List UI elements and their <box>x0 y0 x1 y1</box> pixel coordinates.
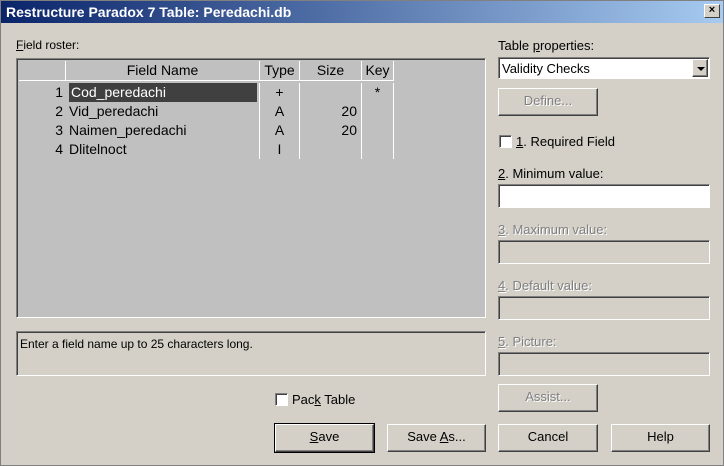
table-row[interactable]: 2 Vid_peredachi A 20 <box>19 102 394 121</box>
maximum-value-input[interactable] <box>498 240 710 264</box>
assist-button[interactable]: Assist... <box>498 384 598 412</box>
minimum-value-field[interactable] <box>499 185 709 207</box>
table-properties-select[interactable]: Validity Checks <box>498 57 710 79</box>
table-row[interactable]: 1 Cod_peredachi + * <box>19 83 394 102</box>
table-row[interactable]: 4 Dlitelnoct I <box>19 140 394 159</box>
picture-label: 5. Picture: <box>498 334 557 349</box>
row-number: 3 <box>55 122 63 138</box>
cancel-button[interactable]: Cancel <box>498 424 598 452</box>
key-cell[interactable] <box>362 121 394 140</box>
hint-box: Enter a field name up to 25 characters l… <box>16 331 486 376</box>
key-cell[interactable] <box>362 102 394 121</box>
maximum-value-label: 3. Maximum value: <box>498 222 608 237</box>
field-roster-label: Field roster: <box>16 38 80 52</box>
default-value-label: 4. Default value: <box>498 278 592 293</box>
required-field-label[interactable]: 1. Required Field <box>516 134 615 149</box>
row-number: 1 <box>55 84 63 100</box>
hint-text: Enter a field name up to 25 characters l… <box>20 337 253 351</box>
table-row[interactable]: 3 Naimen_peredachi A 20 <box>19 121 394 140</box>
size-cell[interactable] <box>300 83 362 102</box>
pack-table-checkbox[interactable] <box>275 393 288 406</box>
table-properties-value: Validity Checks <box>502 61 590 76</box>
define-button[interactable]: Define... <box>498 88 598 116</box>
required-field-checkbox[interactable] <box>499 135 512 148</box>
type-cell[interactable]: + <box>260 83 300 102</box>
key-cell[interactable]: * <box>362 83 394 102</box>
header-size[interactable]: Size <box>300 61 362 81</box>
size-cell[interactable]: 20 <box>300 102 362 121</box>
field-name-cell[interactable]: Vid_peredachi <box>66 102 260 121</box>
picture-input[interactable] <box>498 352 710 376</box>
save-button[interactable]: Save <box>274 423 375 453</box>
type-cell[interactable]: A <box>260 121 300 140</box>
window-title: Restructure Paradox 7 Table: Peredachi.d… <box>6 4 292 20</box>
row-number: 2 <box>55 103 63 119</box>
default-value-input[interactable] <box>498 296 710 320</box>
pack-table-label[interactable]: Pack Table <box>292 392 355 407</box>
header-key[interactable]: Key <box>362 61 394 81</box>
title-bar: Restructure Paradox 7 Table: Peredachi.d… <box>1 1 723 23</box>
table-properties-label: Table properties: <box>498 38 595 53</box>
header-field-name[interactable]: Field Name <box>66 61 260 81</box>
row-number: 4 <box>55 141 63 157</box>
field-name-cell[interactable]: Cod_peredachi <box>66 83 260 102</box>
close-button[interactable]: × <box>704 4 720 18</box>
field-name-cell[interactable]: Dlitelnoct <box>66 140 260 159</box>
header-row-number <box>19 61 66 81</box>
field-name-text[interactable]: Cod_peredachi <box>69 83 257 102</box>
save-as-button[interactable]: Save As... <box>387 424 486 452</box>
minimum-value-input[interactable] <box>498 184 710 208</box>
size-cell[interactable]: 20 <box>300 121 362 140</box>
grid-body: 1 Cod_peredachi + * 2 Vid_peredachi A 20… <box>19 83 394 159</box>
size-cell[interactable] <box>300 140 362 159</box>
type-cell[interactable]: A <box>260 102 300 121</box>
help-button[interactable]: Help <box>611 424 710 452</box>
grid-header: Field Name Type Size Key <box>19 61 394 81</box>
close-icon: × <box>708 4 716 16</box>
field-name-cell[interactable]: Naimen_peredachi <box>66 121 260 140</box>
header-type[interactable]: Type <box>260 61 300 81</box>
restructure-dialog: Restructure Paradox 7 Table: Peredachi.d… <box>0 0 724 466</box>
key-cell[interactable] <box>362 140 394 159</box>
minimum-value-label: 2. Minimum value: <box>498 166 604 181</box>
field-roster-grid[interactable]: Field Name Type Size Key 1 Cod_peredachi… <box>16 58 486 318</box>
chevron-down-icon[interactable] <box>692 59 708 77</box>
type-cell[interactable]: I <box>260 140 300 159</box>
